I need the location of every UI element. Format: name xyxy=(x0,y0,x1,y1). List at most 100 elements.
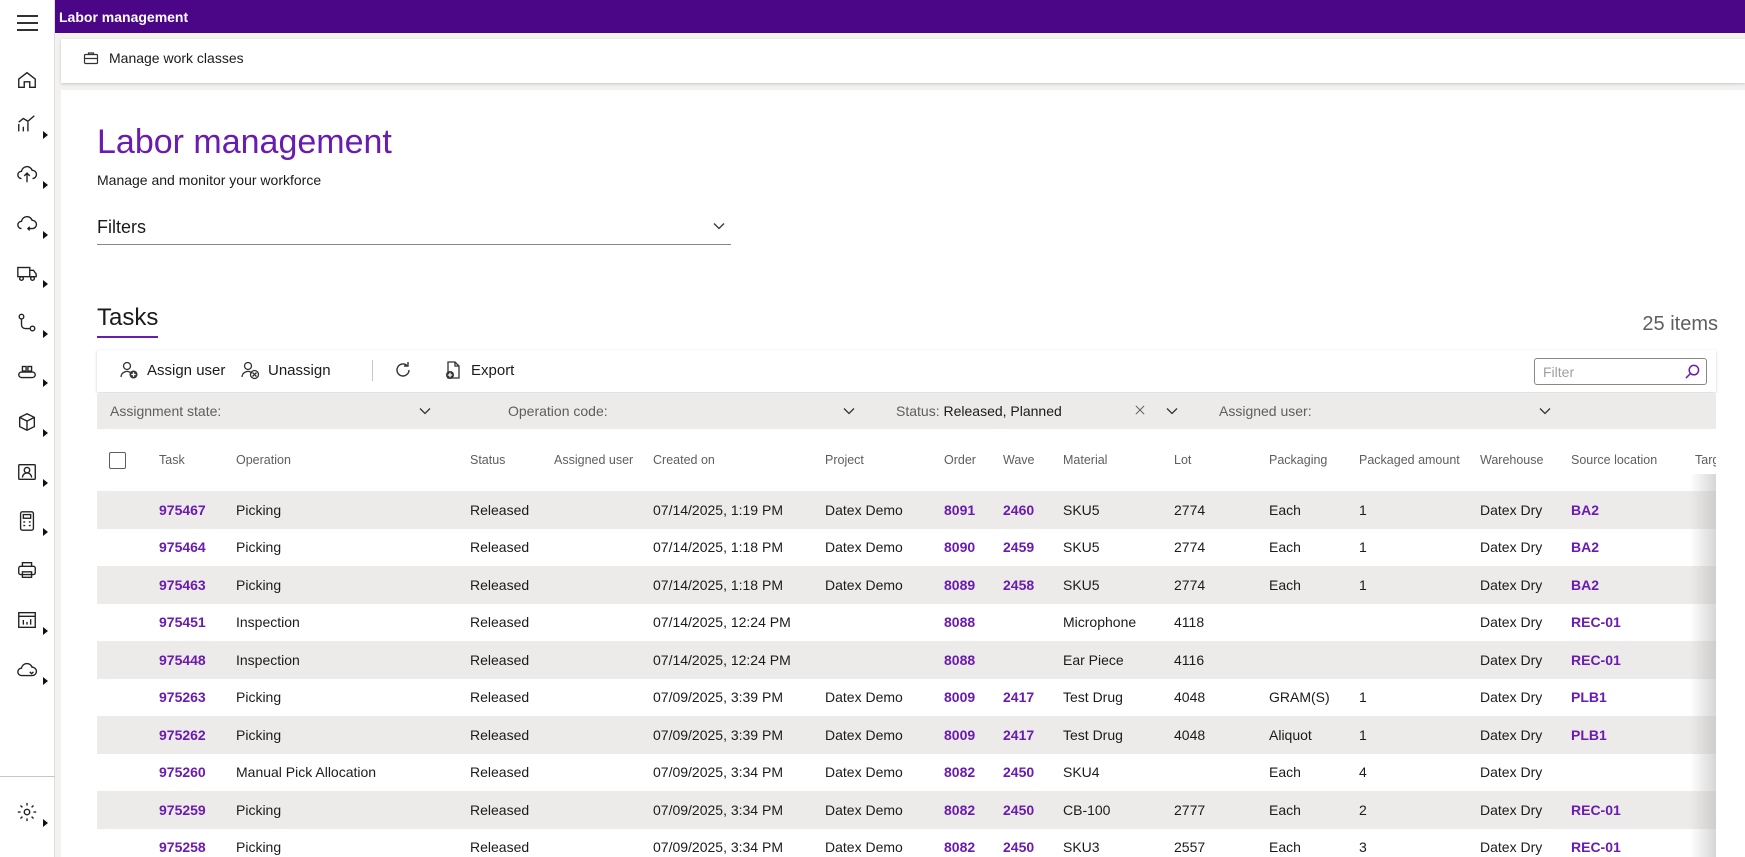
table-cell-link[interactable]: 2450 xyxy=(997,791,1057,829)
unassign-button[interactable]: Unassign xyxy=(240,360,331,380)
close-icon[interactable] xyxy=(1134,405,1146,415)
table-cell-link[interactable]: 8009 xyxy=(938,678,997,716)
table-cell-link[interactable]: 8009 xyxy=(938,716,997,754)
table-row[interactable]: 975262 Picking Released 07/09/2025, 3:39 PM… xyxy=(97,716,1716,754)
column-header[interactable]: Order xyxy=(938,429,997,491)
table-cell-link[interactable]: REC-01 xyxy=(1565,791,1689,829)
hamburger-menu-icon[interactable] xyxy=(17,15,38,31)
table-cell-link[interactable]: 8091 xyxy=(938,491,997,529)
page-title: Labor management xyxy=(97,123,392,161)
column-header[interactable]: Wave xyxy=(997,429,1057,491)
table-cell-link[interactable]: BA2 xyxy=(1565,528,1689,566)
table-cell-link[interactable]: 2417 xyxy=(997,678,1057,716)
table-cell-link[interactable]: 2460 xyxy=(997,491,1057,529)
table-row[interactable]: 975464 Picking Released 07/14/2025, 1:18 PM… xyxy=(97,528,1716,566)
table-cell-link[interactable]: 2450 xyxy=(997,828,1057,857)
table-cell-link[interactable]: 975263 xyxy=(153,678,230,716)
table-cell-link[interactable]: REC-01 xyxy=(1565,828,1689,857)
table-row[interactable]: 975451 Inspection Released 07/14/2025, 12:2… xyxy=(97,603,1716,641)
table-cell-link[interactable]: REC-01 xyxy=(1565,641,1689,679)
table-row[interactable]: 975448 Inspection Released 07/14/2025, 12:2… xyxy=(97,641,1716,679)
nav-inbound[interactable] xyxy=(0,154,55,194)
table-cell-link[interactable]: 8088 xyxy=(938,641,997,679)
nav-outbound[interactable] xyxy=(0,204,55,244)
nav-settings[interactable] xyxy=(0,792,55,832)
nav-home[interactable] xyxy=(0,60,55,100)
column-header[interactable]: Material xyxy=(1057,429,1168,491)
table-row[interactable]: 975259 Picking Released 07/09/2025, 3:34 PM… xyxy=(97,791,1716,829)
table-cell-link[interactable]: 975467 xyxy=(153,491,230,529)
nav-cloud[interactable] xyxy=(0,650,55,690)
column-header[interactable]: Project xyxy=(819,429,938,491)
table-cell-link[interactable]: 2417 xyxy=(997,716,1057,754)
table-cell-link[interactable] xyxy=(997,603,1057,641)
column-header[interactable]: Packaged amount xyxy=(1353,429,1474,491)
column-header[interactable]: Created on xyxy=(647,429,819,491)
table-cell-link[interactable]: 2459 xyxy=(997,528,1057,566)
nav-analytics[interactable] xyxy=(0,104,55,144)
nav-user-card[interactable] xyxy=(0,452,55,492)
table-cell-link[interactable]: PLB1 xyxy=(1565,716,1689,754)
table-cell-link[interactable]: 8089 xyxy=(938,566,997,604)
chevron-down-icon[interactable] xyxy=(419,406,431,416)
table-cell-link[interactable]: 975262 xyxy=(153,716,230,754)
table-cell-link[interactable]: 975448 xyxy=(153,641,230,679)
table-cell-link[interactable]: REC-01 xyxy=(1565,603,1689,641)
nav-calculator[interactable] xyxy=(0,501,55,541)
table-cell-link[interactable]: 8082 xyxy=(938,753,997,791)
select-all-checkbox[interactable] xyxy=(109,451,126,469)
table-cell-link[interactable] xyxy=(1565,753,1689,791)
table-cell-link[interactable] xyxy=(997,641,1057,679)
column-header[interactable]: Assigned user xyxy=(548,429,647,491)
column-header[interactable]: Task xyxy=(153,429,230,491)
chevron-down-icon[interactable] xyxy=(1539,406,1551,416)
table-cell-link[interactable]: PLB1 xyxy=(1565,678,1689,716)
status-filter[interactable]: Status: Released, Planned xyxy=(896,403,1062,419)
inventory-icon xyxy=(18,412,36,432)
nav-transport[interactable] xyxy=(0,253,55,293)
table-cell-link[interactable]: 975258 xyxy=(153,828,230,857)
table-row[interactable]: 975263 Picking Released 07/09/2025, 3:39 PM… xyxy=(97,678,1716,716)
column-header[interactable]: Source location xyxy=(1565,429,1689,491)
column-header[interactable]: Lot xyxy=(1168,429,1263,491)
table-cell-link[interactable]: BA2 xyxy=(1565,491,1689,529)
nav-printer[interactable] xyxy=(0,550,55,590)
table-cell-link[interactable]: 2458 xyxy=(997,566,1057,604)
manage-work-classes-button[interactable]: Manage work classes xyxy=(83,50,244,66)
nav-reports[interactable] xyxy=(0,600,55,640)
nav-workflow[interactable] xyxy=(0,303,55,343)
table-cell-link[interactable]: 975259 xyxy=(153,791,230,829)
tab-tasks[interactable]: Tasks xyxy=(97,304,159,338)
table-cell-link[interactable]: 8090 xyxy=(938,528,997,566)
column-header[interactable]: Packaging xyxy=(1263,429,1353,491)
table-cell-link[interactable]: 8082 xyxy=(938,791,997,829)
table-row[interactable]: 975463 Picking Released 07/14/2025, 1:18 PM… xyxy=(97,566,1716,604)
table-cell-link[interactable]: 2450 xyxy=(997,753,1057,791)
column-header[interactable]: Operation xyxy=(230,429,464,491)
chevron-down-icon[interactable] xyxy=(843,406,855,416)
table-cell-link[interactable]: 8082 xyxy=(938,828,997,857)
chevron-down-icon[interactable] xyxy=(1166,406,1178,416)
filters-expander[interactable]: Filters xyxy=(97,210,731,245)
nav-inventory[interactable] xyxy=(0,402,55,442)
table-cell-link[interactable]: 975451 xyxy=(153,603,230,641)
table-row[interactable]: 975467 Picking Released 07/14/2025, 1:19 PM… xyxy=(97,491,1716,529)
table-cell-link[interactable]: 975464 xyxy=(153,528,230,566)
table-row[interactable]: 975258 Picking Released 07/09/2025, 3:34 PM… xyxy=(97,828,1716,857)
column-header[interactable]: Status xyxy=(464,429,548,491)
nav-conveyor[interactable] xyxy=(0,352,55,392)
refresh-button[interactable] xyxy=(393,360,413,380)
table-cell-link[interactable]: 975463 xyxy=(153,566,230,604)
assignment-state-filter[interactable]: Assignment state: xyxy=(110,403,221,419)
column-header[interactable]: Warehouse xyxy=(1474,429,1565,491)
filter-search-input[interactable]: Filter xyxy=(1534,358,1707,385)
assigned-user-filter[interactable]: Assigned user: xyxy=(1219,403,1312,419)
assign-user-button[interactable]: Assign user xyxy=(119,360,225,380)
table-row[interactable]: 975260 Manual Pick Allocation Released 07/0… xyxy=(97,753,1716,791)
operation-code-filter[interactable]: Operation code: xyxy=(508,403,608,419)
table-cell-link[interactable]: 975260 xyxy=(153,753,230,791)
export-button[interactable]: Export xyxy=(443,360,514,380)
search-icon[interactable] xyxy=(1685,364,1700,379)
table-cell-link[interactable]: 8088 xyxy=(938,603,997,641)
table-cell-link[interactable]: BA2 xyxy=(1565,566,1689,604)
